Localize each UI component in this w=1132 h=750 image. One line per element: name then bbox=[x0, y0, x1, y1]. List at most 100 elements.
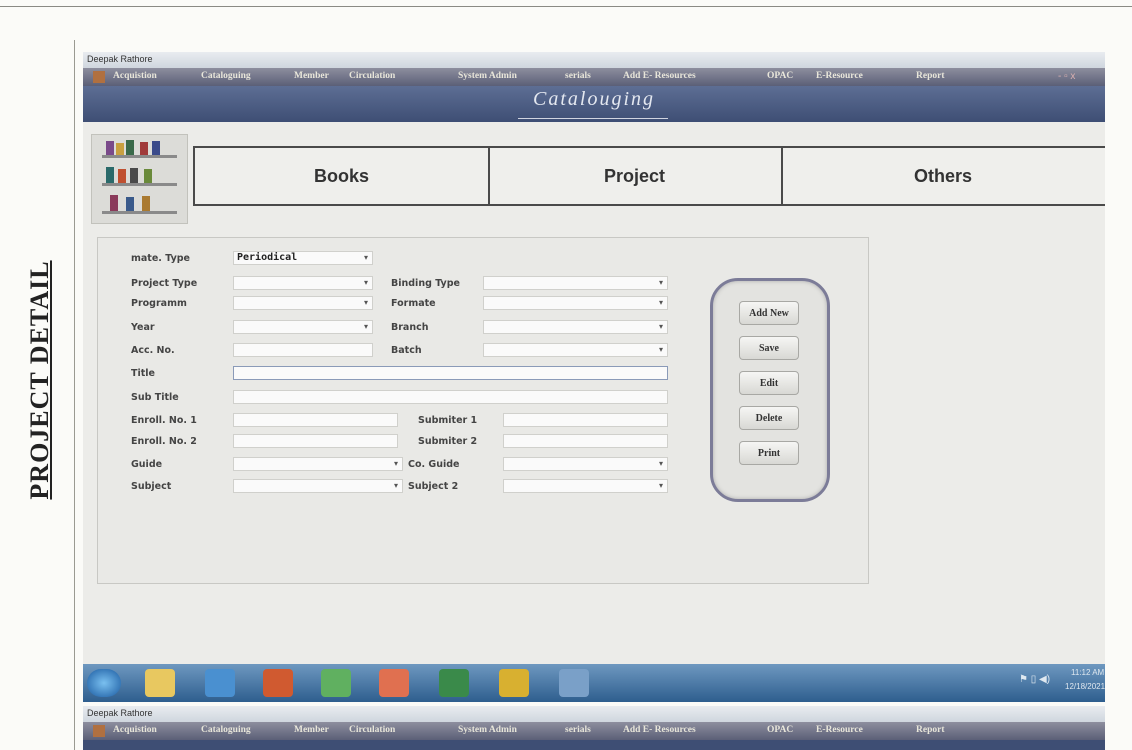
menu-circulation[interactable]: Circulation bbox=[349, 71, 395, 81]
subject-select[interactable]: ▾ bbox=[233, 479, 403, 493]
menu2-acquisition[interactable]: Acquistion bbox=[113, 725, 157, 735]
second-app-window: Deepak Rathore Acquistion Cataloguing Me… bbox=[83, 706, 1105, 750]
title-bar: Deepak Rathore bbox=[83, 52, 1105, 68]
enroll-no-2-field[interactable] bbox=[233, 434, 398, 448]
menu2-serials[interactable]: serials bbox=[565, 725, 591, 735]
subject-2-select[interactable]: ▾ bbox=[503, 479, 668, 493]
menu-opac[interactable]: OPAC bbox=[767, 71, 793, 81]
guide-label: Guide bbox=[131, 459, 163, 470]
mate-type-label: mate. Type bbox=[131, 253, 190, 264]
menu-system-admin[interactable]: System Admin bbox=[458, 71, 517, 81]
branch-label: Branch bbox=[391, 322, 429, 333]
form-app-icon[interactable] bbox=[559, 669, 589, 697]
menu2-add-e-resources[interactable]: Add E- Resources bbox=[623, 725, 696, 735]
internet-explorer-icon[interactable] bbox=[205, 669, 235, 697]
delete-button[interactable]: Delete bbox=[739, 406, 799, 430]
side-heading: PROJECT DETAIL bbox=[25, 260, 54, 500]
co-guide-select[interactable]: ▾ bbox=[503, 457, 668, 471]
submiter-1-field[interactable] bbox=[503, 413, 668, 427]
menu2-e-resource[interactable]: E-Resource bbox=[816, 725, 863, 735]
paint-icon[interactable] bbox=[379, 669, 409, 697]
menu2-report[interactable]: Report bbox=[916, 725, 945, 735]
menu-acquisition[interactable]: Acquistion bbox=[113, 71, 157, 81]
tray-time[interactable]: 11:12 AM bbox=[1071, 668, 1104, 677]
book-shelf-image bbox=[91, 134, 188, 224]
menu-report[interactable]: Report bbox=[916, 71, 945, 81]
menu-serials[interactable]: serials bbox=[565, 71, 591, 81]
app-window: Deepak Rathore Acquistion Cataloguing Me… bbox=[83, 52, 1105, 702]
submiter-2-label: Submiter 2 bbox=[418, 436, 478, 447]
programm-select[interactable]: ▾ bbox=[233, 296, 373, 310]
menu-e-resource[interactable]: E-Resource bbox=[816, 71, 863, 81]
mate-type-select[interactable]: Periodical ▾ bbox=[233, 251, 373, 265]
binding-type-label: Binding Type bbox=[391, 278, 460, 289]
save-button[interactable]: Save bbox=[739, 336, 799, 360]
menu2-circulation[interactable]: Circulation bbox=[349, 725, 395, 735]
acc-no-label: Acc. No. bbox=[131, 345, 175, 356]
tray-date[interactable]: 12/18/2021 bbox=[1065, 682, 1105, 691]
menu2-system-admin[interactable]: System Admin bbox=[458, 725, 517, 735]
binding-type-select[interactable]: ▾ bbox=[483, 276, 668, 290]
co-guide-label: Co. Guide bbox=[408, 459, 460, 470]
chevron-down-icon: ▾ bbox=[658, 345, 663, 354]
window-title-2: Deepak Rathore bbox=[87, 708, 153, 718]
enroll-no-2-label: Enroll. No. 2 bbox=[131, 436, 197, 447]
subject-label: Subject bbox=[131, 481, 172, 492]
submiter-1-label: Submiter 1 bbox=[418, 415, 478, 426]
sub-title-field[interactable] bbox=[233, 390, 668, 404]
edit-button[interactable]: Edit bbox=[739, 371, 799, 395]
window-controls[interactable]: - ▫ x bbox=[1058, 71, 1075, 82]
title-label: Title bbox=[131, 368, 155, 379]
menu-add-e-resources[interactable]: Add E- Resources bbox=[623, 71, 696, 81]
banner-strip-2 bbox=[83, 740, 1105, 750]
recycle-icon[interactable] bbox=[321, 669, 351, 697]
chevron-down-icon: ▾ bbox=[658, 481, 663, 490]
project-type-label: Project Type bbox=[131, 278, 198, 289]
formate-label: Formate bbox=[391, 298, 436, 309]
window-title: Deepak Rathore bbox=[87, 54, 153, 64]
start-orb-icon[interactable] bbox=[87, 669, 121, 697]
app-menu-icon-2[interactable] bbox=[93, 725, 105, 737]
media-player-icon[interactable] bbox=[263, 669, 293, 697]
windows-taskbar: ⚑ ▯ ◀) 11:12 AM 12/18/2021 bbox=[83, 664, 1105, 702]
chevron-down-icon: ▾ bbox=[363, 253, 368, 262]
chevron-down-icon: ▾ bbox=[363, 278, 368, 287]
menu-bar: Acquistion Cataloguing Member Circulatio… bbox=[83, 68, 1105, 86]
chrome-icon[interactable] bbox=[499, 669, 529, 697]
print-button[interactable]: Print bbox=[739, 441, 799, 465]
tray-icons[interactable]: ⚑ ▯ ◀) bbox=[1019, 674, 1050, 685]
chevron-down-icon: ▾ bbox=[393, 459, 398, 468]
menu2-cataloguing[interactable]: Cataloguing bbox=[201, 725, 251, 735]
submiter-2-field[interactable] bbox=[503, 434, 668, 448]
menu2-opac[interactable]: OPAC bbox=[767, 725, 793, 735]
chevron-down-icon: ▾ bbox=[393, 481, 398, 490]
project-type-select[interactable]: ▾ bbox=[233, 276, 373, 290]
add-new-button[interactable]: Add New bbox=[739, 301, 799, 325]
year-select[interactable]: ▾ bbox=[233, 320, 373, 334]
acc-no-field[interactable] bbox=[233, 343, 373, 357]
module-banner: Catalouging bbox=[83, 86, 1105, 122]
menu-member[interactable]: Member bbox=[294, 71, 329, 81]
title-field[interactable] bbox=[233, 366, 668, 380]
app-menu-icon[interactable] bbox=[93, 71, 105, 83]
menu-cataloguing[interactable]: Cataloguing bbox=[201, 71, 251, 81]
branch-select[interactable]: ▾ bbox=[483, 320, 668, 334]
enroll-no-1-field[interactable] bbox=[233, 413, 398, 427]
excel-icon[interactable] bbox=[439, 669, 469, 697]
chevron-down-icon: ▾ bbox=[658, 298, 663, 307]
chevron-down-icon: ▾ bbox=[658, 278, 663, 287]
enroll-no-1-label: Enroll. No. 1 bbox=[131, 415, 197, 426]
guide-select[interactable]: ▾ bbox=[233, 457, 403, 471]
formate-select[interactable]: ▾ bbox=[483, 296, 668, 310]
folder-icon[interactable] bbox=[145, 669, 175, 697]
menu-bar-2: Acquistion Cataloguing Member Circulatio… bbox=[83, 722, 1105, 740]
project-form-panel: mate. Type Periodical ▾ Project Type ▾ B… bbox=[97, 237, 869, 584]
menu2-member[interactable]: Member bbox=[294, 725, 329, 735]
page-margin-rule bbox=[74, 40, 75, 750]
tab-project[interactable]: Project bbox=[488, 148, 783, 204]
tab-books[interactable]: Books bbox=[195, 148, 490, 204]
title-bar-2: Deepak Rathore bbox=[83, 706, 1105, 722]
chevron-down-icon: ▾ bbox=[658, 459, 663, 468]
tab-others[interactable]: Others bbox=[781, 148, 1105, 204]
batch-select[interactable]: ▾ bbox=[483, 343, 668, 357]
